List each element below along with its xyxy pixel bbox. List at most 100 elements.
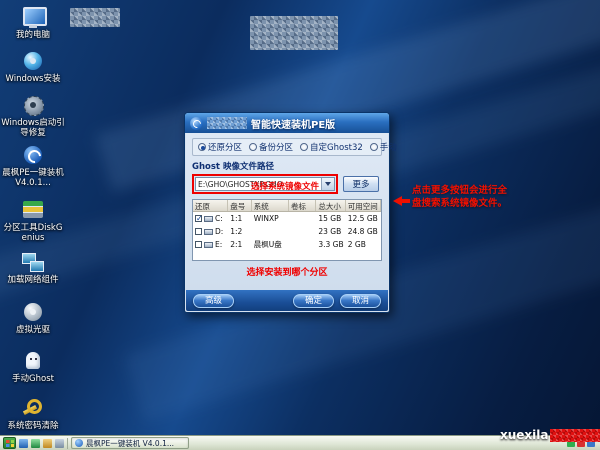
task-button-label: 晨枫PE一键装机 V4.0.1... (86, 438, 174, 449)
total-size-cell: 15 GB (316, 214, 345, 223)
free-space-cell: 12.5 GB (346, 214, 381, 223)
desktop-icon-virtual-cd[interactable]: 虚拟光驱 (1, 301, 65, 335)
desktop-icon-boot-repair[interactable]: Windows启动引导修复 (1, 94, 65, 138)
desktop-icon-manual-ghost[interactable]: 手动Ghost (1, 350, 65, 384)
mode-radio-label: 自定Ghost32 (310, 141, 363, 153)
installer-dialog: 智能快速装机PE版 还原分区 备份分区 自定Ghost32 手动 Ghost 映… (184, 112, 390, 313)
dialog-body: 还原分区 备份分区 自定Ghost32 手动 Ghost 映像文件路径 E:\G… (186, 133, 388, 290)
dialog-titlebar[interactable]: 智能快速装机PE版 (185, 113, 389, 133)
annotation-text: 点击更多按钮会进行全 盘搜索系统镜像文件。 (412, 184, 507, 211)
drive-letter: E: (215, 240, 222, 249)
free-space-cell: 24.8 GB (346, 227, 381, 236)
restore-checkbox[interactable] (195, 215, 202, 222)
radio-icon (370, 143, 378, 151)
annotation-arrow-icon (393, 196, 410, 206)
blurred-watermark-region (550, 429, 600, 442)
more-button[interactable]: 更多 (343, 176, 379, 192)
mode-radio-custom-ghost32[interactable]: 自定Ghost32 (300, 141, 363, 153)
quicklaunch-icon-4[interactable] (55, 439, 64, 448)
desktop-icon-label: 分区工具DiskGenius (1, 223, 65, 243)
task-button-onekey-install[interactable]: 晨枫PE一键装机 V4.0.1... (71, 437, 189, 449)
table-row[interactable]: C: 1:1 WINXP 15 GB 12.5 GB (193, 212, 381, 225)
cancel-button[interactable]: 取消 (340, 294, 381, 308)
column-header: 还原 (193, 200, 228, 211)
desktop-icon-label: 虚拟光驱 (1, 325, 65, 335)
dialog-footer: 高级 确定 取消 (186, 290, 388, 311)
ghost-path-label: Ghost 映像文件路径 (192, 160, 382, 172)
app-logo-icon (75, 439, 83, 447)
annotation-line2: 盘搜索系统镜像文件。 (412, 197, 507, 210)
image-path-hint-text: 选择系统镜像文件 (251, 180, 319, 192)
partition-hint: 选择安装到哪个分区 (192, 265, 382, 278)
restore-checkbox[interactable] (195, 228, 202, 235)
desktop-icon-label: Windows启动引导修复 (1, 118, 65, 138)
drive-icon (204, 242, 213, 248)
image-path-combobox[interactable]: E:\GHO\GHOSTXP.GHO 选择系统镜像文件 (195, 177, 335, 191)
free-space-cell: 2 GB (346, 240, 381, 249)
desktop-icon-label: Windows安装 (1, 74, 65, 84)
arrow-head (393, 196, 402, 206)
disk-number: 1:2 (228, 227, 252, 236)
disk-number: 2:1 (228, 240, 252, 249)
app-logo-icon (190, 117, 203, 130)
table-row[interactable]: E: 2:1 晨枫U盘 3.3 GB 2 GB (193, 238, 381, 251)
restore-checkbox[interactable] (195, 241, 202, 248)
desktop-icon-label: 我的电脑 (1, 30, 65, 40)
arrow-tail (402, 199, 410, 203)
total-size-cell: 3.3 GB (316, 240, 345, 249)
mode-radio-restore[interactable]: 还原分区 (198, 141, 242, 153)
column-header: 系统 (252, 200, 289, 211)
combo-dropdown-button[interactable] (321, 178, 334, 190)
mode-options: 还原分区 备份分区 自定Ghost32 手动 (192, 138, 382, 156)
desktop-icon-password-clear[interactable]: 系统密码清除 (1, 397, 65, 431)
quicklaunch-icon-1[interactable] (19, 439, 28, 448)
partition-table-header: 还原 盘号 系统 卷标 总大小 可用空间 (193, 200, 381, 212)
password-clear-icon (20, 397, 46, 419)
desktop-icon-network[interactable]: 加载网络组件 (1, 251, 65, 285)
desktop-icon-diskgenius[interactable]: 分区工具DiskGenius (1, 199, 65, 243)
column-header: 可用空间 (346, 200, 381, 211)
mode-radio-label: 备份分区 (259, 141, 293, 153)
diskgenius-icon (20, 199, 46, 221)
radio-icon (300, 143, 308, 151)
radio-icon (198, 143, 206, 151)
column-header: 总大小 (316, 200, 345, 211)
partition-table: 还原 盘号 系统 卷标 总大小 可用空间 C: 1:1 WINXP 15 GB … (192, 199, 382, 261)
windows-install-icon (20, 50, 46, 72)
blurred-brand (207, 117, 247, 129)
desktop-icon-label: 手动Ghost (1, 374, 65, 384)
dialog-title: 智能快速装机PE版 (251, 116, 335, 131)
chevron-down-icon (325, 182, 331, 186)
disk-number: 1:1 (228, 214, 252, 223)
start-button[interactable] (3, 437, 16, 449)
column-header: 盘号 (228, 200, 252, 211)
drive-letter: C: (215, 214, 223, 223)
radio-icon (249, 143, 257, 151)
image-path-highlight-box: E:\GHO\GHOSTXP.GHO 选择系统镜像文件 (192, 174, 338, 194)
boot-repair-icon (20, 94, 46, 116)
table-row[interactable]: D: 1:2 23 GB 24.8 GB (193, 225, 381, 238)
ghost-icon (20, 350, 46, 372)
desktop-icon-label: 晨枫PE一键装机 V4.0.1... (1, 168, 65, 188)
site-watermark: xuexila (500, 428, 600, 442)
drive-icon (204, 216, 213, 222)
drive-icon (204, 229, 213, 235)
advanced-button[interactable]: 高级 (193, 294, 234, 308)
quicklaunch-icon-3[interactable] (43, 439, 52, 448)
desktop-icon-my-computer[interactable]: 我的电脑 (1, 6, 65, 40)
mode-radio-label: 手动 (380, 141, 397, 153)
desktop-icon-label: 系统密码清除 (1, 421, 65, 431)
network-icon (20, 251, 46, 273)
desktop-icon-windows-install[interactable]: Windows安装 (1, 50, 65, 84)
column-header: 卷标 (289, 200, 316, 211)
blurred-region (250, 16, 338, 50)
ok-button[interactable]: 确定 (293, 294, 334, 308)
desktop-icon-onekey-install[interactable]: 晨枫PE一键装机 V4.0.1... (1, 144, 65, 188)
taskbar-separator (67, 438, 68, 449)
mode-radio-manual[interactable]: 手动 (370, 141, 397, 153)
desktop-icon-label: 加载网络组件 (1, 275, 65, 285)
quicklaunch-icon-2[interactable] (31, 439, 40, 448)
mode-radio-backup[interactable]: 备份分区 (249, 141, 293, 153)
my-computer-icon (20, 6, 46, 28)
onekey-install-icon (20, 144, 46, 166)
